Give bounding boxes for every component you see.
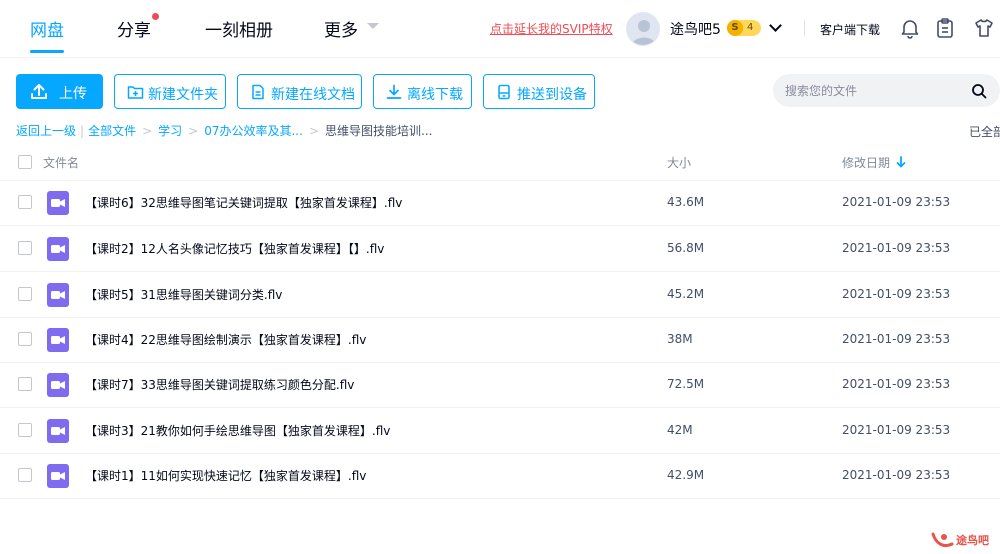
avatar[interactable] [626, 12, 660, 46]
search-icon[interactable] [971, 83, 987, 99]
table-row[interactable]: 【课时6】32思维导图笔记关键词提取【独家首发课程】.flv 43.6M 202… [0, 180, 1000, 226]
clipboard-icon[interactable] [934, 17, 956, 39]
column-header-size[interactable]: 大小 [667, 154, 691, 171]
sort-descending-icon[interactable] [896, 156, 906, 168]
breadcrumb-current: 思维导图技能培训... [325, 124, 433, 138]
watermark-text: 途鸟吧 [956, 533, 989, 547]
chevron-down-icon[interactable] [367, 23, 379, 29]
video-file-icon [47, 328, 69, 352]
offline-download-button[interactable]: 离线下载 [373, 74, 472, 109]
svip-level-number: 4 [747, 22, 754, 33]
search-box [773, 74, 1000, 107]
file-date: 2021-01-09 23:53 [842, 195, 951, 209]
table-row[interactable]: 【课时7】33思维导图关键词提取练习颜色分配.flv 72.5M 2021-01… [0, 362, 1000, 408]
bell-icon[interactable] [899, 17, 921, 39]
svip-level-symbol: S [727, 20, 743, 36]
row-checkbox[interactable] [18, 287, 32, 301]
file-date: 2021-01-09 23:53 [842, 332, 951, 346]
svip-level-badge: S 4 [727, 20, 761, 36]
username[interactable]: 途鸟吧5 [670, 19, 721, 39]
top-navigation-bar: 网盘 分享 一刻相册 更多 点击延长我的SVIP特权 途鸟吧5 S 4 客户端下… [0, 0, 1000, 58]
user-menu-chevron-icon[interactable] [769, 19, 782, 32]
new-online-doc-button[interactable]: 新建在线文档 [237, 74, 362, 109]
client-download-link[interactable]: 客户端下载 [820, 21, 880, 38]
breadcrumb-separator: > [188, 124, 199, 138]
file-name[interactable]: 【课时5】31思维导图关键词分类.flv [85, 286, 282, 303]
table-row[interactable]: 【课时5】31思维导图关键词分类.flv 45.2M 2021-01-09 23… [0, 272, 1000, 318]
download-icon [386, 84, 402, 104]
device-icon [496, 84, 512, 104]
watermark-logo: 途鸟吧 [930, 528, 996, 552]
video-file-icon [47, 237, 69, 261]
table-row[interactable]: 【课时3】21教你如何手绘思维导图【独家首发课程】.flv 42M 2021-0… [0, 408, 1000, 454]
file-size: 72.5M [667, 377, 705, 391]
breadcrumb-study[interactable]: 学习 [158, 124, 182, 138]
breadcrumb-back-link[interactable]: 返回上一级 [16, 124, 76, 138]
column-header-date[interactable]: 修改日期 [842, 154, 890, 171]
breadcrumb-separator: | [80, 124, 85, 138]
file-name[interactable]: 【课时6】32思维导图笔记关键词提取【独家首发课程】.flv [85, 194, 402, 211]
new-folder-label: 新建文件夹 [148, 87, 218, 103]
file-name[interactable]: 【课时1】11如何实现快速记忆【独家首发课程】.flv [85, 467, 366, 484]
file-size: 45.2M [667, 287, 705, 301]
breadcrumb-office[interactable]: 07办公效率及其... [204, 124, 303, 138]
file-size: 42.9M [667, 468, 705, 482]
video-file-icon [47, 464, 69, 488]
nav-active-underline [30, 50, 64, 53]
row-checkbox[interactable] [18, 241, 32, 255]
tshirt-icon[interactable] [973, 17, 995, 39]
file-name[interactable]: 【课时4】22思维导图绘制演示【独家首发课程】.flv [85, 331, 366, 348]
file-name[interactable]: 【课时2】12人名头像记忆技巧【独家首发课程】【】.flv [85, 240, 384, 257]
file-date: 2021-01-09 23:53 [842, 287, 951, 301]
offline-download-label: 离线下载 [407, 87, 463, 103]
video-file-icon [47, 419, 69, 443]
push-to-device-label: 推送到设备 [517, 87, 587, 103]
file-size: 56.8M [667, 241, 705, 255]
file-name[interactable]: 【课时7】33思维导图关键词提取练习颜色分配.flv [85, 376, 354, 393]
divider [804, 20, 805, 36]
nav-tab-album[interactable]: 一刻相册 [205, 16, 273, 41]
svip-extend-link[interactable]: 点击延长我的SVIP特权 [490, 20, 613, 37]
breadcrumb-separator: > [142, 124, 153, 138]
column-header-name[interactable]: 文件名 [43, 154, 79, 171]
table-row[interactable]: 【课时4】22思维导图绘制演示【独家首发课程】.flv 38M 2021-01-… [0, 317, 1000, 363]
nav-tab-more[interactable]: 更多 [324, 16, 358, 41]
row-checkbox[interactable] [18, 195, 32, 209]
file-table-header: 文件名 大小 修改日期 [0, 143, 1000, 181]
file-date: 2021-01-09 23:53 [842, 377, 951, 391]
new-folder-button[interactable]: 新建文件夹 [114, 74, 226, 109]
nav-tab-share[interactable]: 分享 [117, 16, 151, 41]
row-checkbox[interactable] [18, 423, 32, 437]
video-file-icon [47, 191, 69, 215]
push-to-device-button[interactable]: 推送到设备 [483, 74, 595, 109]
row-checkbox[interactable] [18, 468, 32, 482]
document-icon [250, 84, 266, 104]
file-size: 38M [667, 332, 693, 346]
upload-icon [30, 83, 48, 104]
table-row[interactable]: 【课时2】12人名头像记忆技巧【独家首发课程】【】.flv 56.8M 2021… [0, 226, 1000, 272]
select-all-checkbox[interactable] [18, 155, 32, 169]
folder-plus-icon [127, 84, 144, 104]
breadcrumb-all-files[interactable]: 全部文件 [88, 124, 136, 138]
row-checkbox[interactable] [18, 332, 32, 346]
notification-dot [152, 13, 159, 20]
file-date: 2021-01-09 23:53 [842, 423, 951, 437]
file-name[interactable]: 【课时3】21教你如何手绘思维导图【独家首发课程】.flv [85, 422, 390, 439]
video-file-icon [47, 373, 69, 397]
loaded-all-status: 已全部 [969, 125, 1000, 139]
file-size: 42M [667, 423, 693, 437]
nav-tab-netdisk[interactable]: 网盘 [30, 16, 64, 41]
video-file-icon [47, 283, 69, 307]
new-online-doc-label: 新建在线文档 [271, 87, 355, 103]
file-date: 2021-01-09 23:53 [842, 468, 951, 482]
breadcrumb: 返回上一级 | 全部文件 > 学习 >07办公效率及其... > 思维导图技能培训... [16, 122, 432, 138]
row-checkbox[interactable] [18, 377, 32, 391]
search-input[interactable] [785, 74, 965, 107]
table-row[interactable]: 【课时1】11如何实现快速记忆【独家首发课程】.flv 42.9M 2021-0… [0, 453, 1000, 499]
upload-label: 上传 [59, 86, 87, 102]
file-size: 43.6M [667, 195, 705, 209]
breadcrumb-separator: > [308, 124, 319, 138]
file-date: 2021-01-09 23:53 [842, 241, 951, 255]
upload-button[interactable]: 上传 [16, 74, 103, 109]
